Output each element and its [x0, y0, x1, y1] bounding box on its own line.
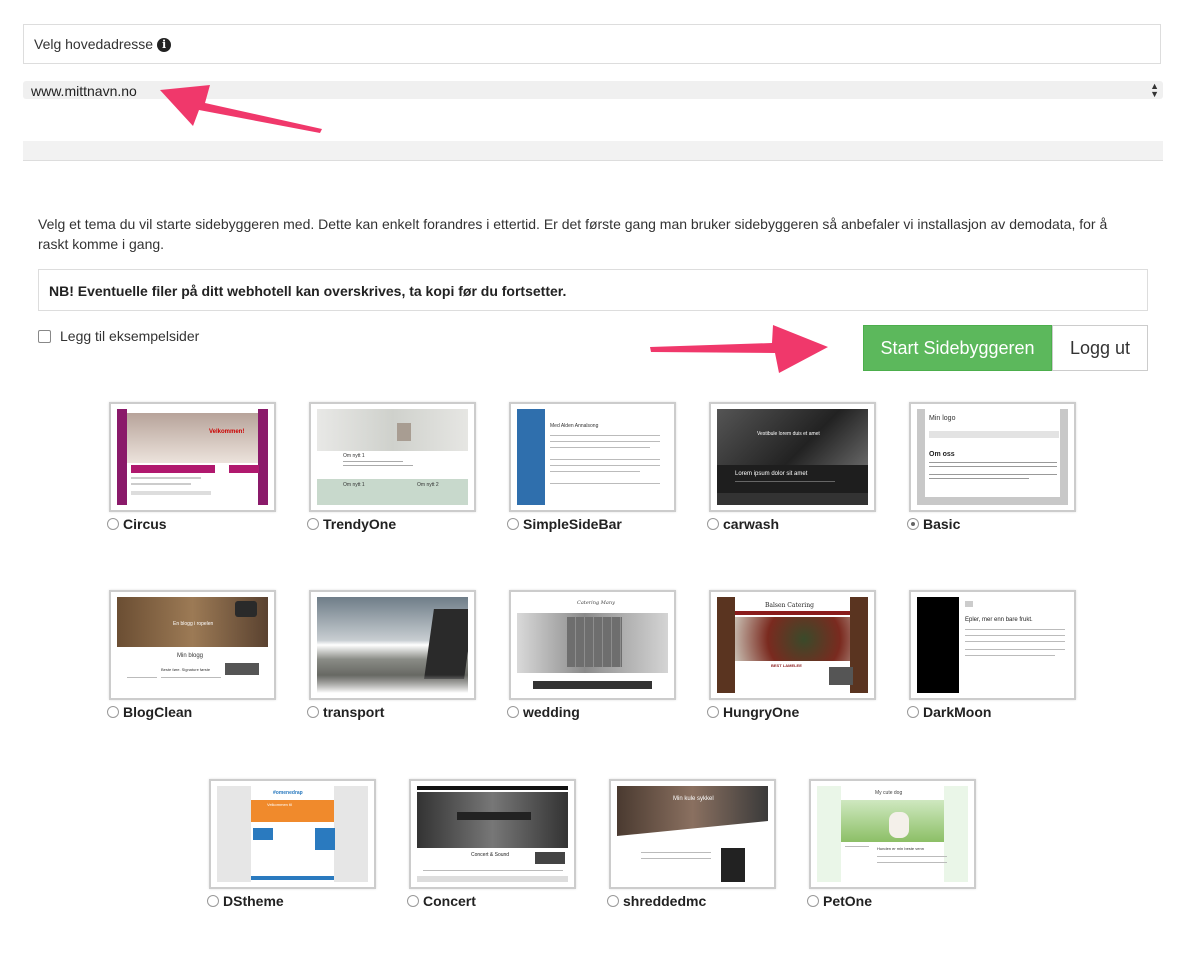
theme-name: shreddedmc: [623, 893, 707, 909]
circus-preview-title: Velkommen!: [209, 429, 245, 435]
theme-option-dstheme[interactable]: DStheme: [207, 893, 284, 909]
theme-name: HungryOne: [723, 704, 800, 720]
theme-radio[interactable]: [307, 706, 319, 718]
theme-thumb-dstheme[interactable]: #omenedrap Velkommen til: [209, 779, 376, 889]
theme-name: Concert: [423, 893, 476, 909]
blogclean-preview-3: Beste føre. Signature første: [161, 667, 211, 672]
example-pages-checkbox[interactable]: [38, 329, 51, 343]
hungryone-preview-2: BEST LAMELEE: [771, 663, 802, 668]
basic-preview-logo: Min logo: [929, 415, 956, 422]
concert-preview-1: Concert & Sound: [471, 852, 510, 858]
theme-radio[interactable]: [707, 706, 719, 718]
theme-radio[interactable]: [807, 895, 819, 907]
theme-name: wedding: [523, 704, 580, 720]
divider-band: [23, 141, 1163, 161]
main-address-text: Velg hovedadresse: [34, 36, 154, 52]
theme-thumb-darkmoon[interactable]: Epler, mer enn bare frukt.: [909, 590, 1076, 700]
carwash-preview-2: Lorem ipsum dolor sit amet: [735, 471, 808, 477]
theme-name: Basic: [923, 516, 961, 532]
theme-thumb-carwash[interactable]: Vestibule lorem duis et amet Lorem ipsum…: [709, 402, 876, 512]
theme-radio[interactable]: [107, 518, 119, 530]
theme-name: DarkMoon: [923, 704, 992, 720]
theme-radio[interactable]: [907, 706, 919, 718]
select-arrows-icon: ▲ ▼: [1150, 81, 1159, 99]
theme-radio[interactable]: [607, 895, 619, 907]
theme-option-wedding[interactable]: wedding: [507, 704, 580, 720]
arrow-to-start-button: [650, 325, 828, 373]
theme-option-shreddedmc[interactable]: shreddedmc: [607, 893, 706, 909]
blogclean-preview-1: En blogg i ropelen: [173, 621, 214, 627]
theme-option-simplesidebar[interactable]: SimpleSideBar: [507, 516, 622, 532]
blogclean-preview-2: Min blogg: [177, 653, 204, 659]
theme-thumb-circus[interactable]: Velkommen!: [109, 402, 276, 512]
theme-option-concert[interactable]: Concert: [407, 893, 476, 909]
theme-option-darkmoon[interactable]: DarkMoon: [907, 704, 991, 720]
domain-select[interactable]: www.mittnavn.no ▲ ▼: [23, 81, 1163, 99]
theme-name: transport: [323, 704, 385, 720]
example-pages-option[interactable]: Legg til eksempelsider: [38, 328, 199, 344]
info-icon[interactable]: i: [157, 38, 172, 52]
theme-option-petone[interactable]: PetOne: [807, 893, 872, 909]
darkmoon-preview-1: Epler, mer enn bare frukt.: [965, 617, 1033, 623]
carwash-preview-1: Vestibule lorem duis et amet: [757, 431, 820, 437]
theme-name: DStheme: [223, 893, 284, 909]
theme-option-trendyone[interactable]: TrendyOne: [307, 516, 396, 532]
theme-radio[interactable]: [107, 706, 119, 718]
theme-option-circus[interactable]: Circus: [107, 516, 167, 532]
main-address-panel: Velg hovedadresse i: [23, 24, 1161, 64]
theme-thumb-basic[interactable]: Min logo Om oss: [909, 402, 1076, 512]
theme-thumb-blogclean[interactable]: En blogg i ropelen Min blogg Beste føre.…: [109, 590, 276, 700]
dstheme-preview-1: #omenedrap: [273, 790, 303, 796]
theme-name: Circus: [123, 516, 167, 532]
theme-option-basic[interactable]: Basic: [907, 516, 960, 532]
theme-radio[interactable]: [207, 895, 219, 907]
theme-thumb-wedding[interactable]: Catering Many: [509, 590, 676, 700]
theme-radio[interactable]: [307, 518, 319, 530]
theme-thumb-transport[interactable]: [309, 590, 476, 700]
logout-button[interactable]: Logg ut: [1052, 325, 1148, 371]
theme-thumb-petone[interactable]: My cute dog Hunden er min beste venn: [809, 779, 976, 889]
theme-name: TrendyOne: [323, 516, 397, 532]
theme-thumb-concert[interactable]: Concert & Sound: [409, 779, 576, 889]
theme-radio[interactable]: [407, 895, 419, 907]
theme-thumb-hungryone[interactable]: Balsen Catering BEST LAMELEE: [709, 590, 876, 700]
theme-name: SimpleSideBar: [523, 516, 622, 532]
theme-thumb-shreddedmc[interactable]: Min kule sykkel: [609, 779, 776, 889]
basic-preview-heading: Om oss: [929, 451, 955, 458]
dstheme-preview-2: Velkommen til: [267, 802, 292, 807]
trendyone-preview-2: Om nytt 1: [343, 482, 365, 488]
shreddedmc-preview: Min kule sykkel: [673, 796, 714, 802]
start-sitebuilder-button[interactable]: Start Sidebyggeren: [863, 325, 1052, 371]
theme-radio[interactable]: [507, 706, 519, 718]
wedding-preview: Catering Many: [577, 600, 615, 606]
theme-radio-selected[interactable]: [907, 518, 919, 530]
petone-preview-1: My cute dog: [875, 790, 903, 796]
warning-box: NB! Eventuelle filer på ditt webhotell k…: [38, 269, 1148, 311]
trendyone-preview-1: Om nytt 1: [343, 453, 365, 459]
theme-name: PetOne: [823, 893, 873, 909]
theme-option-hungryone[interactable]: HungryOne: [707, 704, 799, 720]
hungryone-preview-1: Balsen Catering: [765, 602, 814, 609]
domain-select-value: www.mittnavn.no: [31, 83, 137, 99]
intro-text: Velg et tema du vil starte sidebyggeren …: [38, 216, 1108, 252]
simplesidebar-preview: Med Alden Annalsong: [550, 423, 599, 429]
theme-radio[interactable]: [507, 518, 519, 530]
example-pages-label: Legg til eksempelsider: [60, 328, 200, 344]
trendyone-preview-3: Om nytt 2: [417, 482, 439, 488]
warning-text: NB! Eventuelle filer på ditt webhotell k…: [49, 283, 567, 299]
theme-thumb-trendyone[interactable]: Om nytt 1 Om nytt 1 Om nytt 2: [309, 402, 476, 512]
theme-name: BlogClean: [123, 704, 193, 720]
theme-option-blogclean[interactable]: BlogClean: [107, 704, 192, 720]
theme-radio[interactable]: [707, 518, 719, 530]
theme-name: carwash: [723, 516, 780, 532]
theme-thumb-simplesidebar[interactable]: Med Alden Annalsong: [509, 402, 676, 512]
petone-preview-2: Hunden er min beste venn: [877, 846, 924, 851]
main-address-label: Velg hovedadresse i: [34, 36, 172, 52]
theme-option-transport[interactable]: transport: [307, 704, 384, 720]
theme-option-carwash[interactable]: carwash: [707, 516, 779, 532]
